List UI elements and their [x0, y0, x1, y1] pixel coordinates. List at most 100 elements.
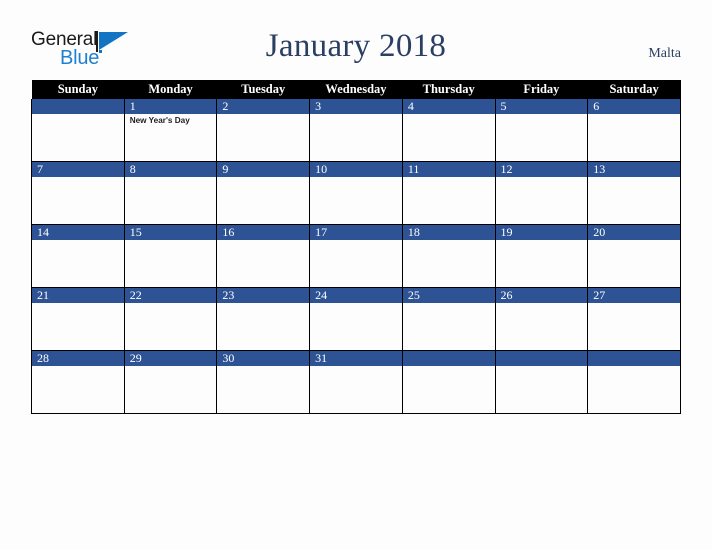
day-events [217, 303, 309, 305]
day-events [32, 303, 124, 305]
calendar-week-row: 14 15 16 17 18 19 20 [31, 224, 681, 288]
day-number: 12 [495, 162, 588, 177]
weekday-header-tuesday: Tuesday [216, 80, 310, 99]
day-number: 21 [32, 288, 124, 303]
calendar-day-cell[interactable]: 13 [587, 161, 681, 225]
day-number [495, 351, 588, 366]
calendar-grid: Sunday Monday Tuesday Wednesday Thursday… [31, 80, 681, 414]
calendar-empty-cell[interactable] [494, 350, 589, 414]
day-number: 17 [310, 225, 402, 240]
weekday-header-saturday: Saturday [587, 80, 681, 99]
day-events [125, 303, 217, 305]
calendar-day-cell[interactable]: 31 [309, 350, 403, 414]
calendar-day-cell[interactable]: 11 [401, 161, 496, 225]
calendar-day-cell[interactable]: 19 [494, 224, 589, 288]
page-title: January 2018 [265, 28, 447, 64]
calendar-day-cell[interactable]: 5 [494, 99, 589, 162]
calendar-day-cell[interactable]: 22 [123, 287, 218, 351]
day-events [310, 366, 402, 368]
day-number: 29 [124, 351, 217, 366]
calendar-day-cell[interactable]: 20 [587, 224, 681, 288]
day-number: 27 [588, 288, 680, 303]
day-number: 25 [402, 288, 495, 303]
calendar-day-cell[interactable]: 26 [494, 287, 589, 351]
calendar-day-cell[interactable]: 28 [31, 350, 125, 414]
calendar-day-cell[interactable]: 1 New Year's Day [123, 99, 218, 162]
day-number: 9 [217, 162, 310, 177]
calendar-day-cell[interactable]: 21 [31, 287, 125, 351]
day-events [588, 177, 680, 179]
day-number [588, 351, 680, 366]
calendar-day-cell[interactable]: 17 [309, 224, 403, 288]
calendar-header-row-group: Sunday Monday Tuesday Wednesday Thursday… [31, 80, 681, 99]
weekday-header-monday: Monday [124, 80, 217, 99]
day-events [32, 240, 124, 242]
day-events [125, 240, 217, 242]
calendar-day-cell[interactable]: 16 [216, 224, 311, 288]
day-number: 5 [495, 99, 588, 114]
day-number: 30 [217, 351, 310, 366]
calendar-day-cell[interactable]: 25 [401, 287, 496, 351]
day-events [310, 114, 402, 116]
calendar-empty-cell[interactable] [587, 350, 681, 414]
calendar-day-cell[interactable]: 18 [401, 224, 496, 288]
day-number: 31 [310, 351, 402, 366]
calendar-empty-cell[interactable] [31, 99, 125, 162]
day-number: 4 [402, 99, 495, 114]
day-number: 14 [32, 225, 124, 240]
day-events [125, 177, 217, 179]
calendar-day-cell[interactable]: 3 [309, 99, 403, 162]
holiday-label: New Year's Day [129, 116, 190, 125]
day-events [496, 240, 588, 242]
day-number: 28 [32, 351, 124, 366]
day-events [217, 240, 309, 242]
day-number: 8 [124, 162, 217, 177]
calendar-day-cell[interactable]: 14 [31, 224, 125, 288]
calendar-day-cell[interactable]: 29 [123, 350, 218, 414]
day-number [402, 351, 495, 366]
calendar-day-cell[interactable]: 7 [31, 161, 125, 225]
day-events [588, 240, 680, 242]
day-number: 2 [217, 99, 310, 114]
day-number: 18 [402, 225, 495, 240]
calendar-day-cell[interactable]: 9 [216, 161, 311, 225]
weekday-header-thursday: Thursday [402, 80, 496, 99]
page-header: General Blue January 2018 Malta [0, 0, 712, 80]
calendar-week-row: 28 29 30 31 [31, 350, 681, 414]
day-events [588, 303, 680, 305]
calendar-day-cell[interactable]: 23 [216, 287, 311, 351]
calendar-empty-cell[interactable] [401, 350, 496, 414]
calendar-day-cell[interactable]: 12 [494, 161, 589, 225]
calendar-day-cell[interactable]: 15 [123, 224, 218, 288]
day-events [32, 114, 124, 116]
calendar-day-cell[interactable]: 2 [216, 99, 311, 162]
day-events [496, 177, 588, 179]
day-events [496, 303, 588, 305]
day-events [32, 366, 124, 368]
day-events [310, 303, 402, 305]
day-number: 19 [495, 225, 588, 240]
day-number: 6 [588, 99, 680, 114]
calendar-body: 1 New Year's Day 2 3 4 5 6 7 8 9 10 11 12 13 14 15 16 17 1… [31, 99, 681, 414]
day-events [217, 366, 309, 368]
calendar-day-cell[interactable]: 10 [309, 161, 403, 225]
calendar-week-row: 21 22 23 24 25 26 27 [31, 287, 681, 351]
day-number: 23 [217, 288, 310, 303]
calendar-day-cell[interactable]: 6 [587, 99, 681, 162]
calendar-day-cell[interactable]: 8 [123, 161, 218, 225]
weekday-header-sunday: Sunday [31, 80, 125, 99]
calendar-day-cell[interactable]: 27 [587, 287, 681, 351]
calendar-day-cell[interactable]: 4 [401, 99, 496, 162]
weekday-header-wednesday: Wednesday [309, 80, 403, 99]
day-events [125, 366, 217, 368]
calendar-day-cell[interactable]: 24 [309, 287, 403, 351]
day-number: 26 [495, 288, 588, 303]
day-events [403, 303, 495, 305]
day-number: 24 [310, 288, 402, 303]
calendar-day-cell[interactable]: 30 [216, 350, 311, 414]
day-events [32, 177, 124, 179]
day-events [310, 177, 402, 179]
day-events [496, 366, 588, 368]
day-events [403, 240, 495, 242]
day-number: 15 [124, 225, 217, 240]
